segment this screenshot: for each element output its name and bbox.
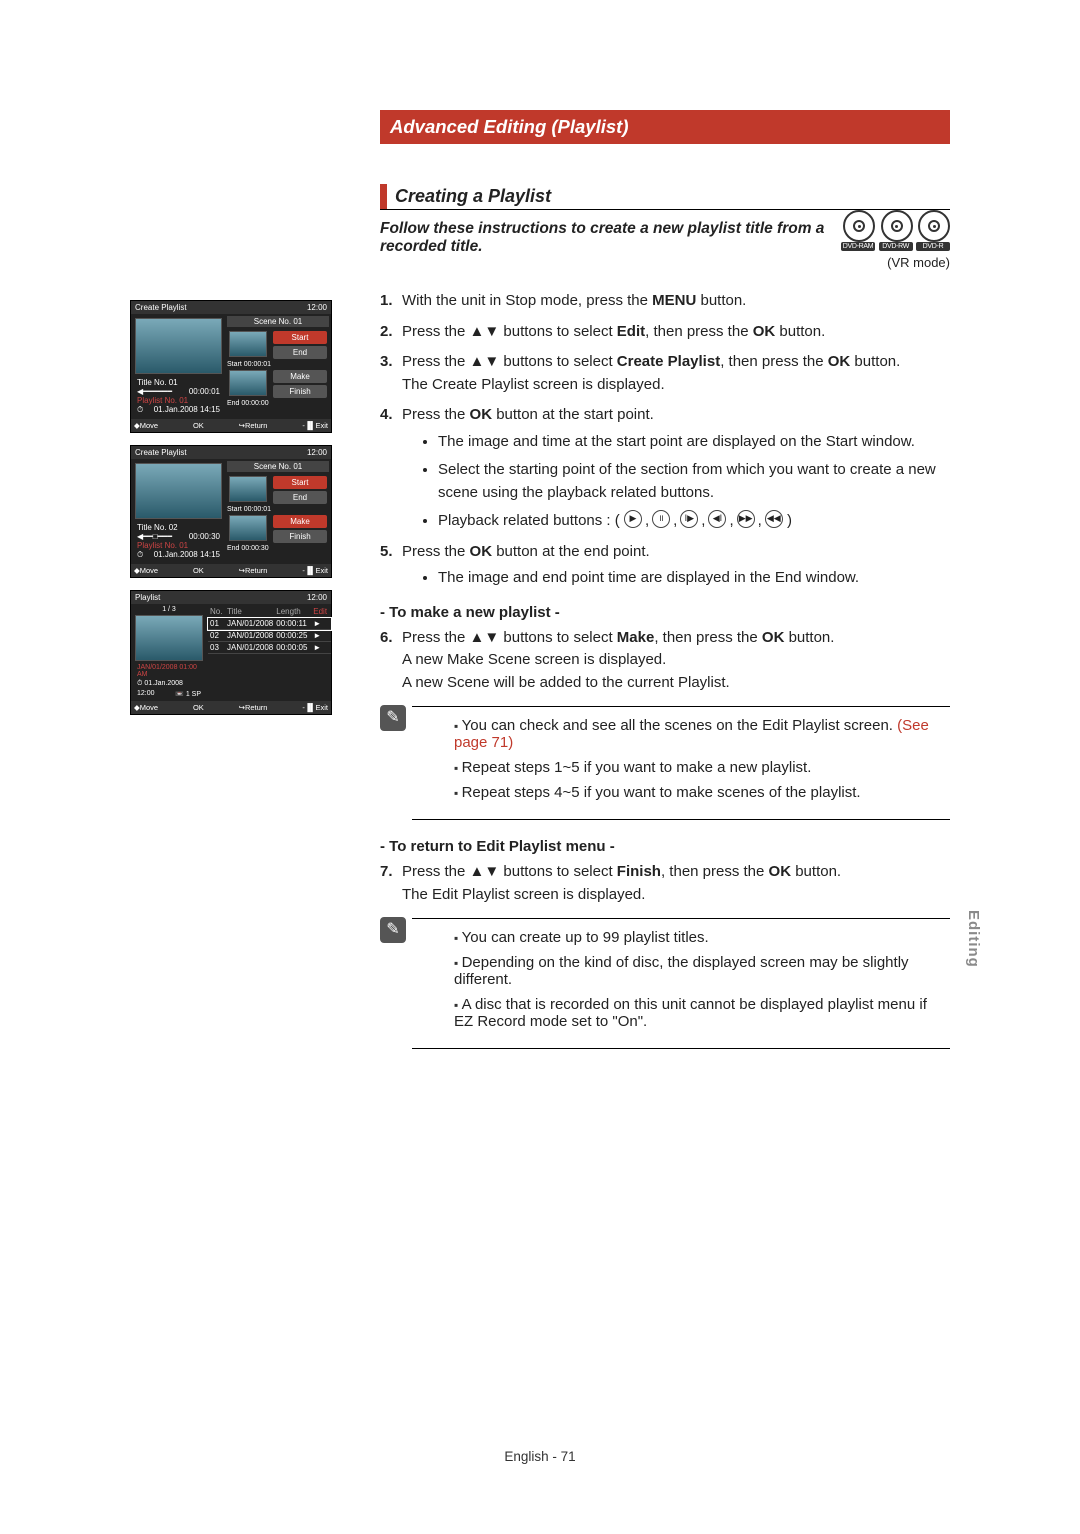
step-4-sub2: Select the starting point of the section… — [438, 459, 950, 504]
mock-btn-start: Start — [273, 331, 327, 344]
mock-date: 01.Jan.2008 14:15 — [154, 405, 220, 415]
note-box-2: ✎ You can create up to 99 playlist title… — [412, 918, 950, 1049]
step-4-sub1: The image and time at the start point ar… — [438, 431, 950, 454]
mock-btn-end: End — [273, 346, 327, 359]
mock-create-playlist-1: Create Playlist 12:00 Title No. 01 ◀━━━━… — [130, 300, 332, 433]
note-box-1: ✎ You can check and see all the scenes o… — [412, 706, 950, 820]
note-icon: ✎ — [380, 705, 406, 731]
mock-tinfo: JAN/01/2008 01:00 AM — [133, 663, 205, 679]
step-1: With the unit in Stop mode, press the ME… — [380, 290, 950, 313]
intro-text: Follow these instructions to create a ne… — [380, 220, 860, 256]
figures-sidebar: Create Playlist 12:00 Title No. 01 ◀━━━━… — [130, 110, 340, 727]
subtitle-return: - To return to Edit Playlist menu - — [380, 838, 950, 855]
disc-icon — [918, 210, 950, 242]
step-3: Press the ▲▼ buttons to select Create Pl… — [380, 351, 950, 396]
mock-title: Create Playlist — [135, 303, 187, 312]
nav-move: ◆Move — [134, 421, 158, 430]
step-4: Press the OK button at the start point. … — [380, 404, 950, 533]
nav-ok: OK — [193, 421, 204, 430]
disc-compat: DVD-RAM DVD-RW DVD-R (VR mode) — [841, 210, 950, 270]
mock-btn-make: Make — [273, 370, 327, 383]
step-2: Press the ▲▼ buttons to select Edit, the… — [380, 321, 950, 344]
step-5-sub1: The image and end point time are display… — [438, 567, 950, 590]
note1-item2: Repeat steps 1~5 if you want to make a n… — [454, 759, 944, 776]
mock-pl-no: Playlist No. 01 — [137, 396, 188, 405]
note-icon: ✎ — [380, 917, 406, 943]
step-7: Press the ▲▼ buttons to select Finish, t… — [380, 861, 950, 906]
step-5: Press the OK button at the end point. Th… — [380, 541, 950, 590]
playback-buttons-icons: ▶, ॥, I▶, ◀I, ▶▶, ◀◀ — [624, 510, 783, 533]
mock-start-time: Start 00:00:01 — [227, 361, 329, 368]
step-6: Press the ▲▼ buttons to select Make, the… — [380, 627, 950, 695]
mock-elapsed: 00:00:01 — [189, 387, 220, 396]
subtitle-make: - To make a new playlist - — [380, 604, 950, 621]
heading-creating-playlist: Creating a Playlist — [380, 184, 559, 209]
disc-icon — [843, 210, 875, 242]
mock-title-no: Title No. 01 — [137, 378, 178, 387]
step-4-sub3: Playback related buttons : ( ▶, ॥, I▶, ◀… — [438, 510, 950, 533]
pause-icon: ॥ — [652, 510, 670, 528]
mock-clock: 12:00 — [307, 303, 327, 312]
skip-back-icon: ◀◀ — [765, 510, 783, 528]
page-footer: English - 71 — [0, 1449, 1080, 1464]
steps-list: With the unit in Stop mode, press the ME… — [380, 290, 950, 590]
mock-playlist-list: Playlist 12:00 1 / 3 JAN/01/2008 01:00 A… — [130, 590, 332, 715]
step-back-icon: ◀I — [708, 510, 726, 528]
disc-icon — [881, 210, 913, 242]
nav-return: ↪Return — [239, 421, 268, 430]
mock-btn-finish: Finish — [273, 385, 327, 398]
note2-item1: You can create up to 99 playlist titles. — [454, 929, 944, 946]
play-icon: ▶ — [624, 510, 642, 528]
side-tab-editing: Editing — [965, 910, 982, 968]
mock-scene: Scene No. 01 — [227, 316, 329, 327]
vr-mode-label: (VR mode) — [841, 255, 950, 270]
step-fwd-icon: I▶ — [680, 510, 698, 528]
note1-item3: Repeat steps 4~5 if you want to make sce… — [454, 784, 944, 801]
section-banner: Advanced Editing (Playlist) — [380, 110, 950, 144]
mock-end-time: End 00:00:00 — [227, 400, 329, 407]
note2-item3: A disc that is recorded on this unit can… — [454, 996, 944, 1030]
mock-create-playlist-2: Create Playlist 12:00 Title No. 02 ◀━━□━… — [130, 445, 332, 578]
skip-fwd-icon: ▶▶ — [737, 510, 755, 528]
note1-item1: You can check and see all the scenes on … — [454, 717, 944, 751]
nav-exit: -▐▌Exit — [302, 421, 328, 430]
note2-item2: Depending on the kind of disc, the displ… — [454, 954, 944, 988]
